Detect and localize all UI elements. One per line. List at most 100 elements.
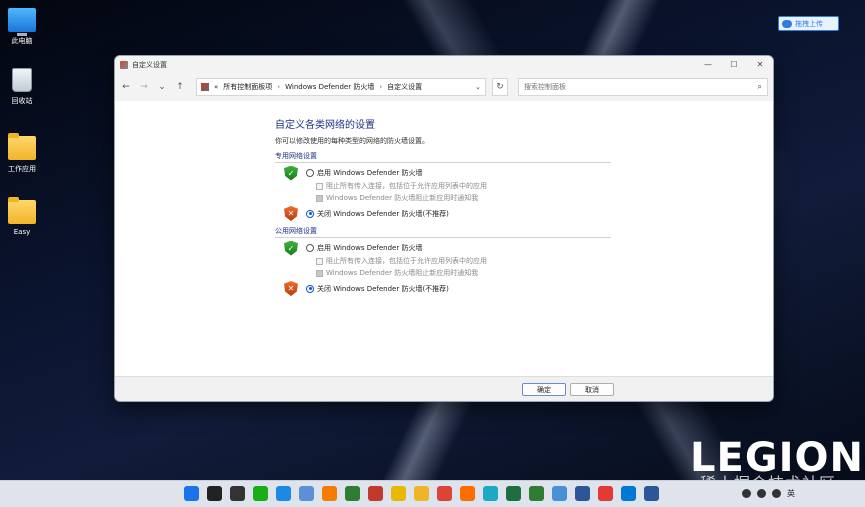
desktop-icon-work-apps[interactable]: 工作应用 xyxy=(0,133,44,174)
public-enable-label[interactable]: 启用 Windows Defender 防火墙 xyxy=(317,243,422,253)
up-arrow-icon[interactable]: ↑ xyxy=(174,82,186,92)
maximize-button[interactable]: ☐ xyxy=(721,60,747,69)
shield-red-x-icon: ✕ xyxy=(284,281,298,296)
recent-locations-chevron-icon[interactable]: ⌄ xyxy=(156,82,168,92)
browser-icon[interactable] xyxy=(276,486,291,501)
breadcrumb-item[interactable]: Windows Defender 防火墙 xyxy=(285,82,374,92)
cloud-icon xyxy=(782,19,792,28)
title-bar[interactable]: 自定义设置 — ☐ ✕ xyxy=(115,56,773,73)
desktop-icon-label: 工作应用 xyxy=(8,165,36,173)
start-icon[interactable] xyxy=(184,486,199,501)
breadcrumb-overflow[interactable]: « xyxy=(214,83,218,91)
computer-icon xyxy=(8,8,36,36)
desktop-icon-this-pc[interactable]: 此电脑 xyxy=(0,8,44,46)
desktop-icon-easy[interactable]: Easy xyxy=(0,197,44,236)
private-block-label: 阻止所有传入连接，包括位于允许应用列表中的应用 xyxy=(326,182,487,190)
chrome-icon[interactable] xyxy=(437,486,452,501)
public-disable-radio[interactable] xyxy=(306,284,314,293)
word-icon[interactable] xyxy=(644,486,659,501)
excel-icon[interactable] xyxy=(506,486,521,501)
forward-arrow-icon[interactable]: → xyxy=(138,82,150,92)
task-view-icon[interactable] xyxy=(230,486,245,501)
private-disable-radio[interactable] xyxy=(306,209,314,218)
search-input[interactable] xyxy=(524,83,758,91)
app-icon[interactable] xyxy=(598,486,613,501)
page-title: 自定义各类网络的设置 xyxy=(275,120,375,131)
app-icon[interactable] xyxy=(575,486,590,501)
app-icon[interactable] xyxy=(552,486,567,501)
private-enable-radio[interactable] xyxy=(306,169,314,177)
private-disable-option: ✕ 关闭 Windows Defender 防火墙(不推荐) xyxy=(275,204,615,223)
search-icon[interactable]: ⌕ xyxy=(758,82,762,92)
private-notify-option: Windows Defender 防火墙阻止新应用时通知我 xyxy=(275,192,615,204)
cancel-button[interactable]: 取消 xyxy=(570,383,614,396)
breadcrumb-item[interactable]: 所有控制面板项 xyxy=(223,82,272,92)
desktop-icon-label: Easy xyxy=(13,228,31,236)
control-panel-icon xyxy=(201,83,209,91)
breadcrumb-separator-icon[interactable]: › xyxy=(379,83,382,91)
window-title: 自定义设置 xyxy=(132,60,167,69)
private-notify-checkbox[interactable] xyxy=(316,194,323,202)
minimize-button[interactable]: — xyxy=(695,60,721,69)
edge-icon[interactable] xyxy=(483,486,498,501)
public-block-label: 阻止所有传入连接，包括位于允许应用列表中的应用 xyxy=(326,257,487,265)
public-block-checkbox[interactable] xyxy=(316,257,323,265)
recycle-bin-icon xyxy=(12,68,32,92)
breadcrumb-separator-icon[interactable]: › xyxy=(277,83,280,91)
search-box: ⌕ xyxy=(518,78,768,96)
app-icon[interactable] xyxy=(368,486,383,501)
file-explorer-icon[interactable] xyxy=(414,486,429,501)
ime-indicator[interactable]: 英 xyxy=(787,488,795,499)
public-block-option: 阻止所有传入连接，包括位于允许应用列表中的应用 xyxy=(275,255,615,267)
tray-app-icon[interactable] xyxy=(772,489,781,498)
public-enable-radio[interactable] xyxy=(306,244,314,252)
firewall-settings-window: 自定义设置 — ☐ ✕ ← → ⌄ ↑ « 所有控制面板项 › Windows … xyxy=(114,55,774,402)
public-notify-checkbox[interactable] xyxy=(316,269,323,277)
tray-app-icon[interactable] xyxy=(742,489,751,498)
system-tray: 英 xyxy=(742,488,795,499)
search-icon[interactable] xyxy=(207,486,222,501)
vlc-icon[interactable] xyxy=(322,486,337,501)
settings-content: 自定义各类网络的设置 你可以修改使用的每种类型的网络的防火墙设置。 专用网络设置… xyxy=(275,116,615,298)
address-bar[interactable]: « 所有控制面板项 › Windows Defender 防火墙 › 自定义设置… xyxy=(196,78,486,96)
tray-app-icon[interactable] xyxy=(757,489,766,498)
ok-button[interactable]: 确定 xyxy=(522,383,566,396)
desktop-icon-recycle-bin[interactable]: 回收站 xyxy=(0,68,44,106)
control-panel-icon xyxy=(120,60,128,69)
taskbar-apps xyxy=(184,486,659,501)
public-network-heading: 公用网络设置 xyxy=(275,226,611,238)
desktop-icon-label: 回收站 xyxy=(11,97,33,105)
photos-icon[interactable] xyxy=(299,486,314,501)
public-disable-option: ✕ 关闭 Windows Defender 防火墙(不推荐) xyxy=(275,279,615,298)
app-icon[interactable] xyxy=(391,486,406,501)
window-controls: — ☐ ✕ xyxy=(695,60,773,69)
desktop-icon-label: 此电脑 xyxy=(11,37,33,45)
page-description: 你可以修改使用的每种类型的网络的防火墙设置。 xyxy=(275,137,429,145)
app-icon[interactable] xyxy=(529,486,544,501)
navigation-bar: ← → ⌄ ↑ « 所有控制面板项 › Windows Defender 防火墙… xyxy=(115,73,773,101)
dialog-footer: 确定 取消 xyxy=(115,376,773,401)
folder-icon xyxy=(8,133,36,160)
shield-red-x-icon: ✕ xyxy=(284,206,298,221)
upload-badge-label: 拖拽上传 xyxy=(795,19,823,28)
folder-icon xyxy=(8,197,36,224)
refresh-button[interactable]: ↻ xyxy=(492,78,508,96)
edge-icon[interactable] xyxy=(621,486,636,501)
private-network-heading: 专用网络设置 xyxy=(275,151,611,163)
private-notify-label: Windows Defender 防火墙阻止新应用时通知我 xyxy=(326,194,479,202)
private-enable-option: ✓ 启用 Windows Defender 防火墙 xyxy=(275,165,615,181)
wechat-icon[interactable] xyxy=(253,486,268,501)
back-arrow-icon[interactable]: ← xyxy=(120,82,132,92)
public-disable-label[interactable]: 关闭 Windows Defender 防火墙(不推荐) xyxy=(317,284,449,294)
close-button[interactable]: ✕ xyxy=(747,60,773,69)
firefox-icon[interactable] xyxy=(460,486,475,501)
upload-badge[interactable]: 拖拽上传 xyxy=(778,16,839,31)
app-icon[interactable] xyxy=(345,486,360,501)
private-enable-label[interactable]: 启用 Windows Defender 防火墙 xyxy=(317,168,422,178)
public-notify-label: Windows Defender 防火墙阻止新应用时通知我 xyxy=(326,269,479,277)
private-block-checkbox[interactable] xyxy=(316,182,323,190)
breadcrumb-item[interactable]: 自定义设置 xyxy=(387,82,422,92)
private-disable-label[interactable]: 关闭 Windows Defender 防火墙(不推荐) xyxy=(317,209,449,219)
address-dropdown-icon[interactable]: ⌄ xyxy=(475,83,481,91)
shield-green-check-icon: ✓ xyxy=(284,240,298,256)
